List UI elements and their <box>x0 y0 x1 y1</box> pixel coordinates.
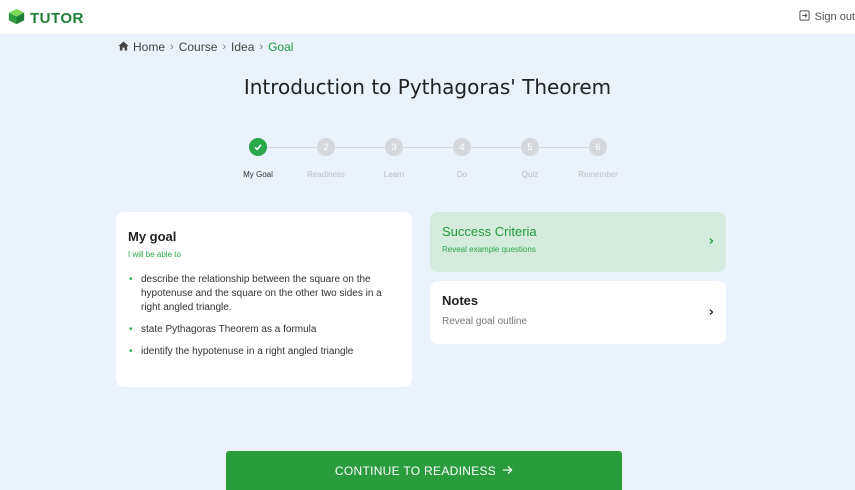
sign-out-icon <box>799 10 810 24</box>
breadcrumb: Home › Course › Idea › Goal <box>118 40 293 54</box>
success-criteria-title: Success Criteria <box>442 224 537 239</box>
chevron-right-icon: › <box>708 234 714 249</box>
sign-out-button[interactable]: Sign out <box>799 10 855 24</box>
step-label: Do <box>456 170 468 179</box>
continue-to-readiness-button[interactable]: CONTINUE TO READINESS <box>226 451 622 490</box>
step-number: 6 <box>589 138 607 156</box>
step-number: 3 <box>385 138 403 156</box>
goal-item-text: identify the hypotenuse in a right angle… <box>141 346 354 357</box>
top-bar: TUTOR Sign out <box>0 0 855 34</box>
bullet-icon: • <box>129 274 133 285</box>
step-quiz[interactable]: 5 Quiz <box>500 138 560 179</box>
step-number: 2 <box>317 138 335 156</box>
success-criteria-subtitle: Reveal example questions <box>442 245 536 254</box>
step-remember[interactable]: 6 Remember <box>568 138 628 179</box>
goal-item-text: describe the relationship between the sq… <box>141 274 382 313</box>
step-label: My Goal <box>243 170 273 179</box>
step-learn[interactable]: 3 Learn <box>364 138 424 179</box>
sign-out-label: Sign out <box>814 11 855 23</box>
notes-subtitle: Reveal goal outline <box>442 316 528 327</box>
bullet-icon: • <box>129 324 133 335</box>
page-title: Introduction to Pythagoras' Theorem <box>243 75 612 99</box>
breadcrumb-goal: Goal <box>268 40 294 54</box>
arrow-right-icon <box>502 464 513 478</box>
breadcrumb-course[interactable]: Course <box>179 40 218 54</box>
step-readiness[interactable]: 2 Readiness <box>296 138 356 179</box>
notes-title: Notes <box>442 293 479 308</box>
chevron-right-icon: › <box>259 41 264 53</box>
chevron-right-icon: › <box>708 304 714 320</box>
home-icon[interactable] <box>118 40 129 54</box>
chevron-right-icon: › <box>170 41 174 53</box>
goal-item: • describe the relationship between the s… <box>128 273 400 315</box>
bullet-icon: • <box>129 346 133 357</box>
step-label: Quiz <box>521 170 539 179</box>
goal-item: • state Pythagoras Theorem as a formula <box>128 323 400 337</box>
step-number: 4 <box>453 138 471 156</box>
step-label: Learn <box>383 170 405 179</box>
chevron-right-icon: › <box>222 41 227 53</box>
cube-icon <box>8 8 25 29</box>
goal-card: My goal I will be able to • describe the … <box>116 212 412 387</box>
step-do[interactable]: 4 Do <box>432 138 492 179</box>
notes-card[interactable]: Notes Reveal goal outline › <box>430 281 726 344</box>
breadcrumb-idea[interactable]: Idea <box>231 40 254 54</box>
step-label: Readiness <box>307 170 345 179</box>
goal-item-text: state Pythagoras Theorem as a formula <box>141 324 317 335</box>
goal-item: • identify the hypotenuse in a right angl… <box>128 345 400 359</box>
continue-button-label: CONTINUE TO READINESS <box>334 463 497 478</box>
logo-text: TUTOR <box>30 10 84 27</box>
step-number: 5 <box>521 138 539 156</box>
goal-title: My goal <box>128 229 177 244</box>
goal-list: • describe the relationship between the s… <box>128 273 400 359</box>
check-icon <box>249 138 267 156</box>
step-my-goal[interactable]: My Goal <box>228 138 288 179</box>
logo[interactable]: TUTOR <box>8 8 84 29</box>
progress-stepper: My Goal 2 Readiness 3 Learn 4 Do 5 Quiz … <box>232 138 632 188</box>
step-label: Remember <box>578 170 618 179</box>
success-criteria-card[interactable]: Success Criteria Reveal example question… <box>430 212 726 272</box>
breadcrumb-home[interactable]: Home <box>133 40 165 54</box>
goal-subtitle: I will be able to <box>128 250 181 259</box>
